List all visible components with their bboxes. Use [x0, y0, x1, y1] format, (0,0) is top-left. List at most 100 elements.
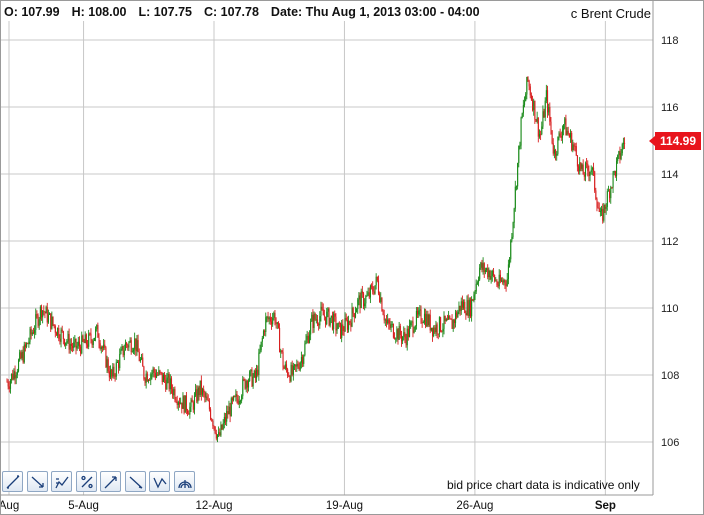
arc-tool-button[interactable] — [173, 471, 195, 492]
candle-body — [537, 117, 539, 137]
candle-body — [590, 169, 592, 173]
candle-body — [491, 270, 493, 276]
candle-body — [450, 318, 452, 320]
candle-body — [184, 395, 186, 413]
candle-body — [54, 326, 56, 333]
candle-body — [498, 274, 500, 287]
candle-body — [568, 134, 570, 138]
candle-body — [527, 76, 529, 81]
candle-body — [261, 337, 263, 342]
candle-body — [152, 368, 154, 373]
candle-body — [593, 167, 595, 172]
candle-body — [609, 190, 611, 199]
candle-body — [235, 394, 237, 397]
candle-body — [31, 332, 33, 335]
candle-body — [230, 398, 232, 417]
candle-body — [153, 368, 155, 373]
candle-body — [510, 240, 512, 260]
candle-body — [196, 389, 198, 402]
candle-body — [471, 299, 473, 317]
candle-body — [506, 278, 508, 286]
candle-body — [403, 332, 405, 337]
candle-body — [415, 310, 417, 326]
candle-body — [464, 301, 466, 314]
candle-body — [584, 163, 587, 177]
arrow-up-tool-button[interactable] — [100, 471, 121, 492]
candle-body — [65, 342, 67, 346]
candle-body — [136, 340, 138, 352]
ray-down-tool-button[interactable] — [124, 471, 146, 492]
candle-body — [421, 322, 423, 324]
candle-body — [519, 145, 521, 147]
candle-body — [598, 208, 600, 212]
candle-body — [120, 349, 122, 355]
candle-body — [221, 424, 223, 430]
trend-line-tool-button[interactable] — [2, 471, 23, 492]
candle-body — [394, 337, 396, 339]
candle-body — [168, 373, 170, 390]
candle-body — [328, 308, 330, 326]
candle-body — [90, 333, 92, 341]
x-tick-label: 26-Aug — [456, 500, 493, 512]
candle-body — [134, 338, 136, 350]
candle-body — [371, 285, 373, 287]
candle-body — [50, 313, 52, 329]
candle-body — [604, 204, 606, 209]
candle-body — [114, 375, 116, 377]
candle-body — [505, 283, 507, 286]
candle-body — [205, 396, 207, 398]
arrow-down-tool-button[interactable] — [26, 471, 48, 492]
candle-body — [159, 370, 161, 373]
x-tick-label: 19-Aug — [326, 500, 363, 512]
candle-body — [624, 142, 626, 144]
candle-body — [150, 374, 152, 381]
candle-body — [181, 402, 183, 409]
candle-body — [559, 133, 561, 137]
candle-body — [488, 270, 490, 278]
candle-body — [440, 317, 442, 332]
candle-body — [517, 162, 519, 187]
candle-body — [346, 320, 348, 330]
candle-body — [343, 330, 345, 332]
candle-body — [223, 416, 225, 424]
candle-body — [360, 291, 362, 308]
candle-body — [67, 333, 69, 342]
candle-body — [200, 380, 202, 395]
candle-body — [146, 373, 148, 382]
candle-body — [317, 319, 319, 324]
percent-tool-button[interactable] — [75, 471, 97, 492]
x-tick-label: 5-Aug — [68, 500, 99, 512]
candle-body — [115, 362, 117, 377]
candle-body — [208, 400, 210, 410]
candle-body — [179, 402, 181, 404]
candle-body — [237, 399, 239, 405]
candle-body — [127, 345, 129, 348]
candle-body — [564, 118, 566, 125]
candle-body — [57, 327, 59, 336]
candle-body — [331, 315, 334, 330]
candle-body — [363, 293, 365, 307]
candle-body — [189, 406, 191, 415]
candle-body — [256, 369, 258, 379]
candle-body — [389, 323, 391, 328]
candle-body — [139, 359, 141, 362]
candle-body — [203, 388, 205, 393]
candle-body — [249, 371, 251, 381]
candle-body — [191, 399, 193, 403]
price-chart[interactable]: 106 108 110 112 114 116 118 Aug 5-Aug 12-Aug 19-Au… — [1, 1, 703, 514]
candle-body — [202, 388, 204, 395]
candle-body — [452, 319, 454, 329]
wave-tool-button[interactable] — [149, 471, 170, 492]
candle-body — [162, 374, 164, 382]
candle-body — [251, 369, 253, 387]
candle-body — [333, 313, 335, 330]
candle-body — [497, 284, 499, 287]
candle-body — [41, 306, 43, 318]
candle-body — [273, 312, 275, 318]
candle-body — [605, 206, 607, 209]
candle-body — [413, 330, 415, 333]
candle-body — [443, 315, 445, 329]
candle-body — [352, 307, 354, 314]
candle-body — [53, 324, 55, 327]
fibonacci-tool-button[interactable] — [51, 471, 72, 492]
